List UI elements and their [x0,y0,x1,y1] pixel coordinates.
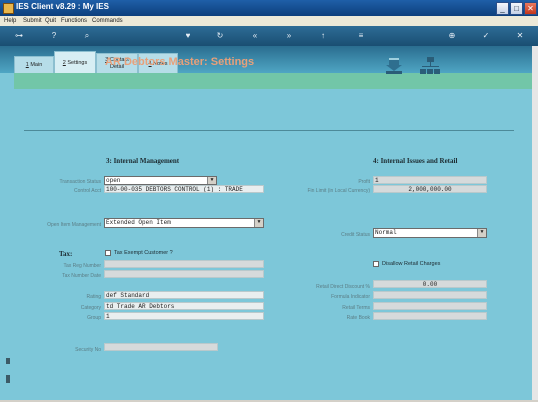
tab-main[interactable]: 1 Main [14,56,54,74]
header-accent-bar [14,73,532,89]
profit-field[interactable]: 1 [373,176,487,184]
close-window-button[interactable]: ✕ [524,2,537,15]
rating-field[interactable]: def Standard [104,291,264,299]
security-no-field[interactable] [104,343,218,351]
rating-label: Rating [86,294,101,300]
menu-functions[interactable]: Functions [61,16,87,26]
list-icon[interactable]: ≡ [356,31,366,41]
group-label: Group [87,315,101,321]
menu-quit[interactable]: Quit [45,16,56,26]
credit-status-select[interactable]: Normal ▼ [373,228,487,238]
category-label: Category [80,305,101,311]
app-icon [3,3,14,14]
disallow-retail-label: Disallow Retail Charges [382,261,441,267]
rate-book-label: Rate Book [346,315,370,321]
retail-terms-label: Retail Terms [342,305,370,311]
help-icon[interactable]: ? [49,31,59,41]
upload-icon[interactable]: ↑ [318,31,328,41]
fin-limit-field[interactable]: 2,000,000.00 [373,185,487,193]
side-marker [6,358,10,364]
retail-terms-field[interactable] [373,302,487,310]
refresh-icon[interactable]: ↻ [215,31,225,41]
formula-indicator-label: Formula Indicator [331,294,370,300]
add-icon[interactable]: ⊕ [447,31,457,41]
back-icon[interactable]: « [250,31,260,41]
disallow-retail-checkbox[interactable] [373,261,379,267]
tax-number-date-field[interactable] [104,270,264,278]
tax-exempt-label: Tax Exempt Customer ? [114,250,173,256]
menu-help[interactable]: Help [4,16,16,26]
minimize-button[interactable]: _ [496,2,509,15]
tab-settings[interactable]: 2 Settings [54,51,96,74]
group-field[interactable]: 1 [104,312,264,320]
tax-reg-number-label: Tax Reg Number [63,263,101,269]
transaction-status-label: Transaction Status [59,179,101,185]
menu-bar: Help Submit Quit Functions Commands [0,16,538,26]
heart-icon[interactable]: ♥ [183,31,193,41]
forward-icon[interactable]: » [284,31,294,41]
maximize-button[interactable]: □ [510,2,523,15]
tax-number-date-label: Tax Number Date [62,273,101,279]
key-icon[interactable]: ⊶ [10,31,28,41]
fin-limit-label: Fin Limit (in Local Currency) [307,188,370,194]
rate-book-field[interactable] [373,312,487,320]
toolbar: ⊶ ? ⌕ ♥ ↻ « » ↑ ≡ ⊕ ✓ ✕ [0,26,538,46]
tax-exempt-checkbox[interactable] [105,250,111,256]
cancel-icon[interactable]: ✕ [515,31,525,41]
search-icon[interactable]: ⌕ [82,31,92,41]
open-item-mgmt-select[interactable]: Extended Open Item ▼ [104,218,264,228]
menu-submit[interactable]: Submit [23,16,42,26]
category-field[interactable]: td Trade AR Debtors [104,302,264,310]
profit-label: Profit [358,179,370,185]
section-internal-management: 3: Internal Management [106,157,180,165]
menu-commands[interactable]: Commands [92,16,123,26]
vertical-scrollbar[interactable] [532,46,538,400]
section-divider [24,130,514,131]
side-marker [6,375,10,383]
security-no-label: Security No [75,347,101,353]
tax-heading: Tax: [59,250,73,258]
section-internal-issues-retail: 4: Internal Issues and Retail [373,157,458,165]
credit-status-label: Credit Status [341,232,370,238]
window-titlebar: IES Client v8.29 : My IES _ □ ✕ [0,0,538,16]
control-acct-label: Control Acct [74,188,101,194]
retail-direct-discount-label: Retail Direct Discount % [316,284,370,290]
chevron-down-icon: ▼ [477,229,486,237]
transaction-status-select[interactable]: open ▼ [104,176,217,185]
tax-reg-number-field[interactable] [104,260,264,268]
window-title: IES Client v8.29 : My IES [16,2,109,11]
download-icon[interactable] [383,57,405,75]
hierarchy-icon[interactable] [419,56,441,76]
chevron-down-icon: ▼ [254,219,263,227]
open-item-mgmt-label: Open Item Management [47,222,101,228]
formula-indicator-field[interactable] [373,291,487,299]
confirm-icon[interactable]: ✓ [481,31,491,41]
chevron-down-icon: ▼ [207,177,216,184]
form-title: AR Debtors Master: Settings [105,56,255,68]
retail-direct-discount-field[interactable]: 0.00 [373,280,487,288]
control-acct-field[interactable]: 100-00-035 DEBTORS CONTROL (1) : TRADE [104,185,264,193]
tab-strip: 1 Main 2 Settings 3 Contact Detail 4 Not… [0,46,532,74]
